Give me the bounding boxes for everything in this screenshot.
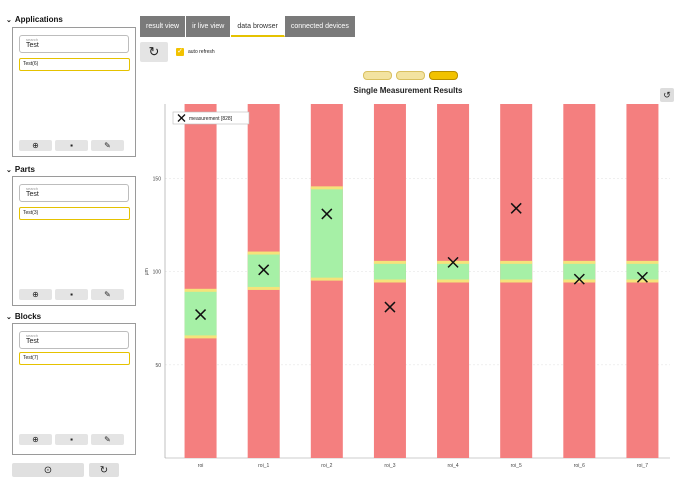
y-tick-label: 150 — [153, 177, 162, 183]
delete-block-button[interactable]: ▪ — [55, 434, 88, 445]
bar-upper-limit — [310, 186, 343, 190]
blocks-search-input[interactable]: search Test — [19, 331, 129, 349]
search-value: Test — [26, 42, 39, 49]
x-tick-label: roi_6 — [574, 463, 585, 469]
y-tick-label: 50 — [155, 363, 161, 369]
add-circle-icon: ⊕ — [32, 435, 39, 444]
pencil-icon: ✎ — [104, 435, 111, 444]
bar-lower-limit — [310, 277, 343, 281]
pencil-icon: ✎ — [104, 141, 111, 150]
auto-refresh-label: auto refresh — [188, 49, 215, 55]
add-part-button[interactable]: ⊕ — [19, 289, 52, 300]
parts-panel: search Test Test(3) ⊕ ▪ ✎ — [12, 176, 136, 306]
x-tick-label: roi — [198, 463, 204, 469]
chart: 50 100 150 µm roi roi_1 roi_2 roi_3 roi_4 roi_5 ro… — [144, 104, 670, 469]
trash-icon: ▪ — [70, 141, 73, 150]
upload-circle-icon: ⊙ — [43, 464, 53, 476]
x-tick-label: roi_3 — [384, 463, 395, 469]
applications-search-input[interactable]: search Test — [19, 35, 129, 53]
page-indicator-3[interactable] — [429, 71, 458, 80]
chart-pager — [363, 71, 458, 80]
applications-header[interactable]: ⌄ Applications — [6, 15, 63, 24]
applications-title: Applications — [14, 15, 63, 24]
bar-green-zone — [373, 262, 406, 281]
delete-application-button[interactable]: ▪ — [55, 140, 88, 151]
x-tick-label: roi_1 — [258, 463, 269, 469]
x-tick-label: roi_4 — [448, 463, 459, 469]
bar-red-zone — [184, 104, 217, 458]
bar-upper-limit — [373, 260, 406, 264]
pencil-icon: ✎ — [104, 290, 111, 299]
bar-upper-limit — [247, 251, 280, 255]
bar-green-zone — [310, 187, 343, 280]
parts-search-input[interactable]: search Test — [19, 184, 129, 202]
chart-title: Single Measurement Results — [353, 86, 463, 95]
refresh-icon: ↻ — [99, 464, 109, 476]
bar-green-zone — [437, 262, 470, 281]
x-tick-label: roi_2 — [321, 463, 332, 469]
page-indicator-2[interactable] — [396, 71, 425, 80]
search-value: Test — [26, 338, 39, 345]
add-circle-icon: ⊕ — [32, 141, 39, 150]
page-indicator-1[interactable] — [363, 71, 392, 80]
auto-refresh-toggle[interactable]: ✓ auto refresh — [176, 48, 215, 56]
blocks-header[interactable]: ⌄ Blocks — [6, 312, 41, 321]
upload-button[interactable]: ⊙ — [12, 463, 84, 477]
bar-green-zone — [500, 262, 533, 281]
checkbox-checked-icon[interactable]: ✓ — [176, 48, 184, 56]
chevron-down-icon: ⌄ — [6, 16, 12, 24]
trash-icon: ▪ — [70, 290, 73, 299]
edit-application-button[interactable]: ✎ — [91, 140, 124, 151]
sidebar: ⌄ Applications search Test Test(6) ⊕ ▪ ✎… — [0, 0, 140, 477]
tab-result-view[interactable]: result view — [140, 16, 187, 37]
bar-lower-limit — [373, 279, 406, 283]
blocks-panel: search Test Test(7) ⊕ ▪ ✎ — [12, 323, 136, 455]
bar-lower-limit — [247, 286, 280, 290]
trash-icon: ▪ — [70, 435, 73, 444]
tab-data-browser[interactable]: data browser — [231, 16, 285, 37]
edit-block-button[interactable]: ✎ — [91, 434, 124, 445]
refresh-button[interactable]: ↻ — [140, 42, 168, 62]
y-axis-label: µm — [144, 268, 150, 275]
search-value: Test — [26, 191, 39, 198]
edit-part-button[interactable]: ✎ — [91, 289, 124, 300]
sidebar-refresh-button[interactable]: ↻ — [89, 463, 119, 477]
applications-panel: search Test Test(6) ⊕ ▪ ✎ — [12, 27, 136, 157]
tab-bar: result view ir live view data browser co… — [140, 16, 356, 37]
parts-list-item[interactable]: Test(3) — [19, 207, 130, 220]
add-circle-icon: ⊕ — [32, 290, 39, 299]
bar-lower-limit — [437, 279, 470, 283]
delete-part-button[interactable]: ▪ — [55, 289, 88, 300]
legend-label: measurement [828] — [189, 116, 233, 122]
refresh-icon: ↻ — [148, 44, 160, 59]
bar-upper-limit — [500, 260, 533, 264]
blocks-title: Blocks — [14, 312, 42, 321]
parts-header[interactable]: ⌄ Parts — [6, 165, 35, 174]
y-tick-label: 100 — [153, 270, 162, 276]
x-tick-label: roi_7 — [637, 463, 648, 469]
chevron-down-icon: ⌄ — [6, 313, 12, 321]
add-application-button[interactable]: ⊕ — [19, 140, 52, 151]
bar-lower-limit — [626, 279, 659, 283]
bar-upper-limit — [626, 260, 659, 264]
chevron-down-icon: ⌄ — [6, 166, 12, 174]
bar-upper-limit — [184, 288, 217, 292]
tab-ir-live-view[interactable]: ir live view — [186, 16, 232, 37]
reset-icon: ↺ — [663, 90, 671, 100]
tab-connected-devices[interactable]: connected devices — [284, 16, 356, 37]
bar-lower-limit — [184, 335, 217, 339]
parts-title: Parts — [14, 165, 35, 174]
applications-list-item[interactable]: Test(6) — [19, 58, 130, 71]
x-tick-label: roi_5 — [511, 463, 522, 469]
bar-lower-limit — [500, 279, 533, 283]
bar-red-zone — [310, 104, 343, 458]
add-block-button[interactable]: ⊕ — [19, 434, 52, 445]
bar-upper-limit — [563, 260, 596, 264]
blocks-list-item[interactable]: Test(7) — [19, 352, 130, 365]
